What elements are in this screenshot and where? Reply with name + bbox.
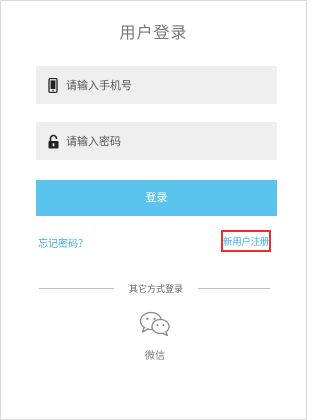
register-link[interactable]: 新用户注册	[221, 230, 271, 252]
divider-left	[39, 288, 114, 289]
page-title: 用户登录	[119, 23, 188, 42]
wechat-label: 微信	[145, 351, 165, 362]
forgot-password-link[interactable]: 忘记密码？	[38, 235, 88, 250]
password-field[interactable]	[36, 122, 277, 160]
login-button[interactable]: 登录	[36, 180, 277, 216]
other-login-label: 其它方式登录	[128, 285, 183, 295]
wechat-icon	[139, 311, 171, 341]
wechat-login-button[interactable]: 微信	[129, 311, 181, 362]
divider-right	[198, 288, 270, 289]
lock-icon	[42, 134, 64, 149]
phone-icon	[42, 77, 64, 93]
phone-field[interactable]	[36, 66, 277, 104]
phone-input[interactable]	[64, 78, 266, 92]
login-panel: 用户登录 登录 忘记密码？ 新用户注册 其它方式登录	[0, 0, 307, 420]
password-input[interactable]	[64, 134, 266, 148]
